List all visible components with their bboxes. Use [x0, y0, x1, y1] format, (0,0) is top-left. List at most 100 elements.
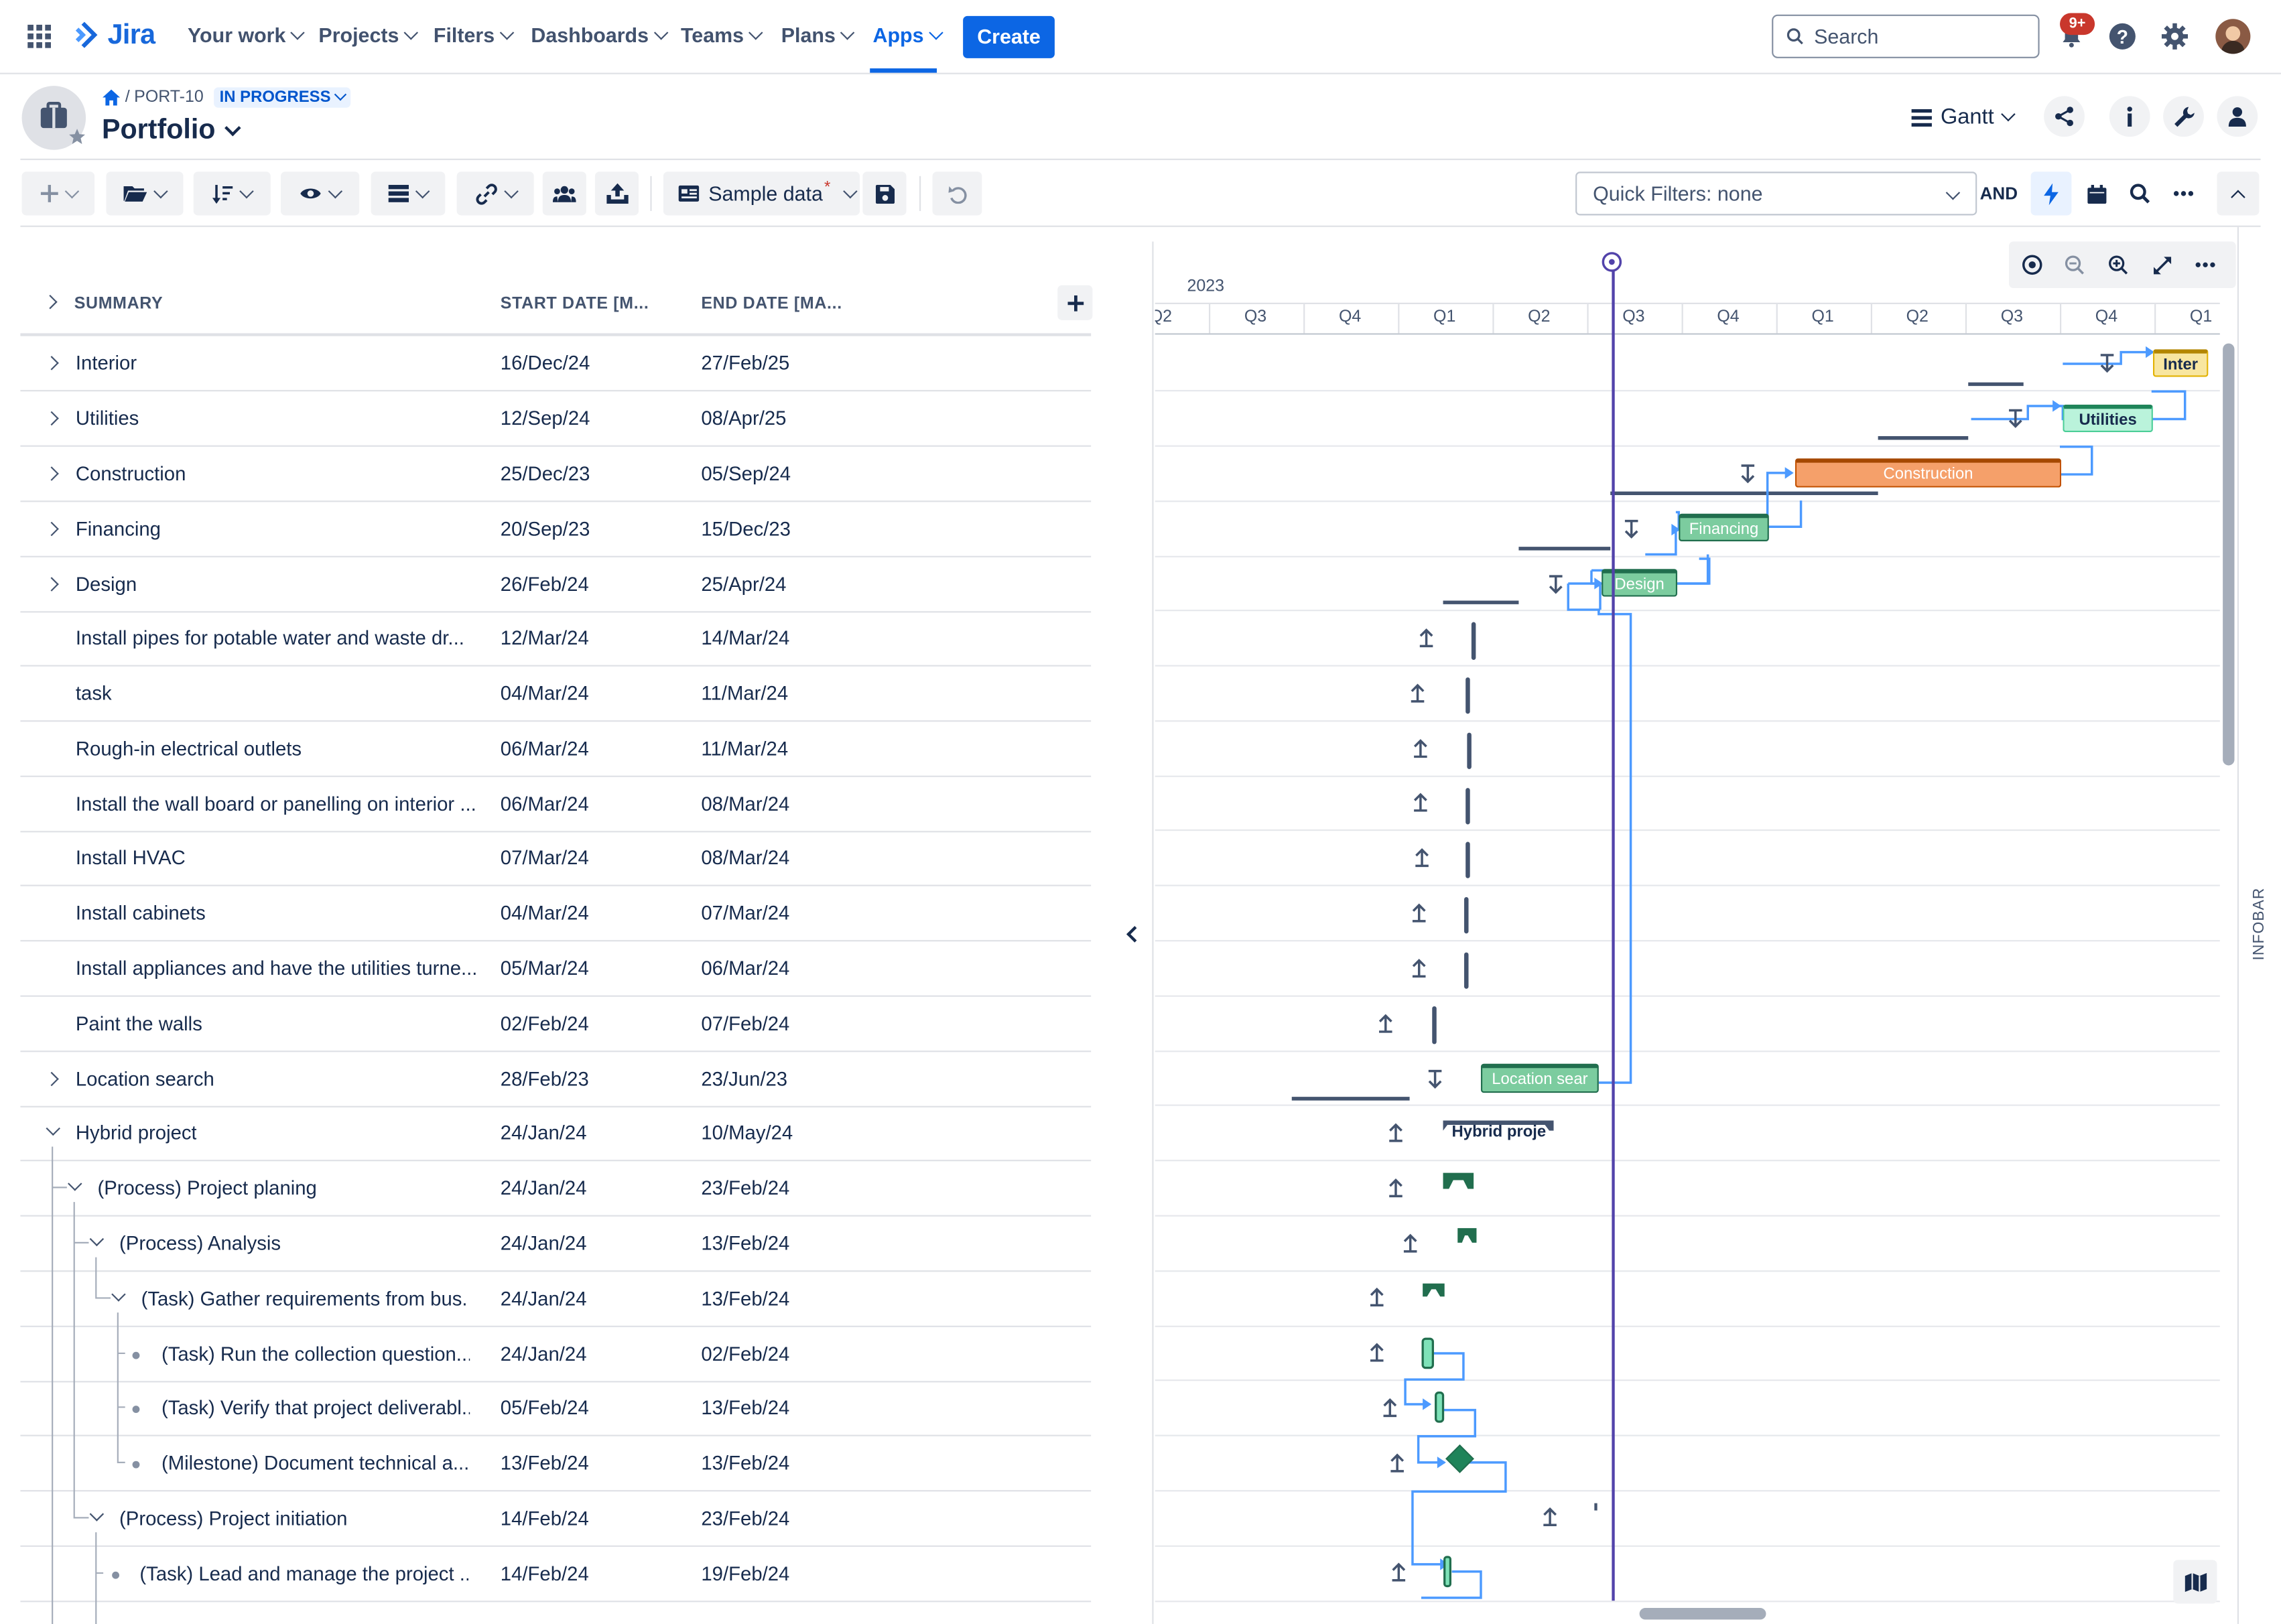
expand-all-icon[interactable] [43, 294, 58, 310]
expand-icon[interactable] [44, 577, 59, 592]
milestone-diamond [1445, 1444, 1474, 1473]
vertical-scrollbar[interactable] [2223, 343, 2235, 766]
table-row[interactable]: Interior 16/Dec/24 27/Feb/25 [20, 336, 1092, 392]
move-up-icon [1412, 959, 1426, 978]
user-button[interactable] [2217, 96, 2258, 137]
table-row[interactable]: Install the wall board or panelling on i… [20, 777, 1092, 833]
nav-plans[interactable]: Plans [781, 23, 856, 47]
nav-filters[interactable]: Filters [434, 23, 515, 47]
row-summary: (Task) Gather requirements from bus... [141, 1288, 469, 1310]
save-button[interactable] [862, 172, 907, 216]
unsaved-marker: * [824, 179, 831, 197]
nav-apps[interactable]: Apps [873, 23, 943, 47]
column-header-summary[interactable]: SUMMARY [74, 295, 164, 313]
table-row[interactable]: Install appliances and have the utilitie… [20, 941, 1092, 997]
table-row[interactable]: Location search 28/Feb/23 23/Jun/23 [20, 1052, 1092, 1107]
move-up-icon [1370, 1343, 1384, 1362]
gantt-bar-financing[interactable]: Financing [1679, 513, 1769, 541]
star-icon[interactable] [68, 128, 86, 145]
short-task-bars [1432, 622, 1476, 1044]
chevron-down-icon [842, 183, 858, 198]
nav-dashboards[interactable]: Dashboards [531, 23, 669, 47]
chevron-down-icon [153, 183, 168, 198]
breadcrumb-issue-key[interactable]: PORT-10 [134, 88, 204, 106]
gantt-bar-hybrid-label[interactable]: Hybrid proje [1452, 1124, 1547, 1141]
table-row[interactable]: (Process) Project initiation 14/Feb/24 23/… [20, 1491, 1092, 1547]
expand-icon[interactable] [44, 1071, 59, 1087]
table-row[interactable]: Install pipes for potable water and wast… [20, 611, 1092, 667]
quarter-label: Q2 [1906, 308, 1929, 326]
create-button[interactable]: Create [963, 15, 1055, 58]
expand-icon[interactable] [44, 466, 59, 481]
table-row[interactable]: Financing 20/Sep/23 15/Dec/23 [20, 502, 1092, 557]
gantt-bar-utilities[interactable]: Utilities [2063, 404, 2153, 433]
arrowhead [2052, 400, 2062, 412]
table-row[interactable]: (Task) Verify that project deliverabl...… [20, 1381, 1092, 1436]
gantt-splitter[interactable] [1152, 241, 1154, 1624]
add-button[interactable] [21, 172, 95, 216]
row-summary: Location search [75, 1068, 214, 1090]
sort-button[interactable] [193, 172, 271, 216]
table-row[interactable]: (Process) Analysis 24/Jan/24 13/Feb/24 [20, 1217, 1092, 1272]
jira-logo[interactable]: Jira [70, 20, 155, 52]
nav-teams[interactable]: Teams [681, 23, 764, 47]
table-row[interactable]: Rough-in electrical outlets 06/Mar/24 11/M… [20, 722, 1092, 777]
row-summary: Rough-in electrical outlets [75, 738, 302, 760]
page-title-wrap[interactable]: Portfolio [102, 115, 241, 147]
table-row[interactable]: Utilities 12/Sep/24 08/Apr/25 [20, 391, 1092, 447]
gantt-bar-interior[interactable]: Inter [2152, 349, 2209, 377]
move-up-icon [1543, 1507, 1557, 1526]
expand-icon[interactable] [44, 521, 59, 537]
jira-logo-text: Jira [107, 20, 155, 52]
sample-data-dropdown[interactable]: Sample data * [663, 172, 860, 216]
table-row[interactable]: Design 26/Feb/24 25/Apr/24 [20, 557, 1092, 613]
folder-button[interactable] [106, 172, 184, 216]
quarter-divider [1398, 303, 1400, 334]
column-header-end-date[interactable]: END DATE [MA... [701, 295, 842, 313]
table-row[interactable]: (Process) Project planing 24/Jan/24 23/Feb… [20, 1161, 1092, 1217]
horizontal-scrollbar[interactable] [1639, 1608, 1766, 1620]
columns-button[interactable] [371, 172, 446, 216]
dataset-icon [678, 185, 700, 202]
column-header-start-date[interactable]: START DATE [M... [501, 295, 649, 313]
visibility-button[interactable] [280, 172, 360, 216]
status-badge[interactable]: IN PROGRESS [213, 87, 351, 108]
add-column-button[interactable] [1057, 285, 1093, 320]
infobar-toggle[interactable]: INFOBAR [2250, 888, 2268, 961]
collapse-header-button[interactable] [2217, 172, 2260, 216]
collapse-grid-button[interactable] [1126, 917, 1143, 943]
gantt-bar-location-search[interactable]: Location sear [1480, 1063, 1599, 1093]
row-start-date: 24/Jan/24 [500, 1343, 587, 1365]
move-up-icon [1419, 628, 1433, 648]
nav-your-work[interactable]: Your work [188, 23, 306, 47]
task-chips [1421, 1337, 1598, 1588]
link-button[interactable] [456, 172, 534, 216]
avatar[interactable] [2215, 19, 2251, 54]
row-start-date: 06/Mar/24 [500, 738, 589, 760]
table-row[interactable]: (Milestone) Document technical a... 13/Fe… [20, 1436, 1092, 1492]
team-button[interactable] [542, 172, 586, 216]
expand-icon[interactable] [44, 411, 59, 426]
avatar-face [2225, 26, 2241, 41]
gantt-bar-construction[interactable]: Construction [1795, 458, 2062, 488]
table-row[interactable]: (Task) Gather requirements from bus... 24… [20, 1272, 1092, 1327]
nav-projects[interactable]: Projects [318, 23, 419, 47]
home-icon[interactable] [102, 88, 121, 106]
export-button[interactable] [594, 172, 639, 216]
app-switcher-icon[interactable] [26, 23, 52, 50]
move-up-icon [1390, 1453, 1405, 1473]
table-row[interactable]: Install cabinets 04/Mar/24 07/Mar/24 [20, 886, 1092, 942]
today-marker-icon[interactable] [1600, 251, 1624, 274]
table-row[interactable]: Hybrid project 24/Jan/24 10/May/24 [20, 1106, 1092, 1162]
table-row[interactable]: Construction 25/Dec/23 05/Sep/24 [20, 447, 1092, 502]
table-row[interactable]: task 04/Mar/24 11/Mar/24 [20, 667, 1092, 722]
chevron-down-icon [404, 25, 419, 40]
table-row[interactable]: Install HVAC 07/Mar/24 08/Mar/24 [20, 831, 1092, 886]
row-start-date: 05/Mar/24 [500, 957, 589, 979]
minimap-button[interactable] [2173, 1560, 2217, 1604]
table-row[interactable]: (Task) Run the collection question... 24/… [20, 1327, 1092, 1383]
expand-icon[interactable] [44, 356, 59, 370]
table-row[interactable]: Paint the walls 02/Feb/24 07/Feb/24 [20, 997, 1092, 1053]
table-row[interactable]: (Task) Lead and manage the project ... 14… [20, 1547, 1092, 1603]
undo-button[interactable] [932, 172, 982, 216]
